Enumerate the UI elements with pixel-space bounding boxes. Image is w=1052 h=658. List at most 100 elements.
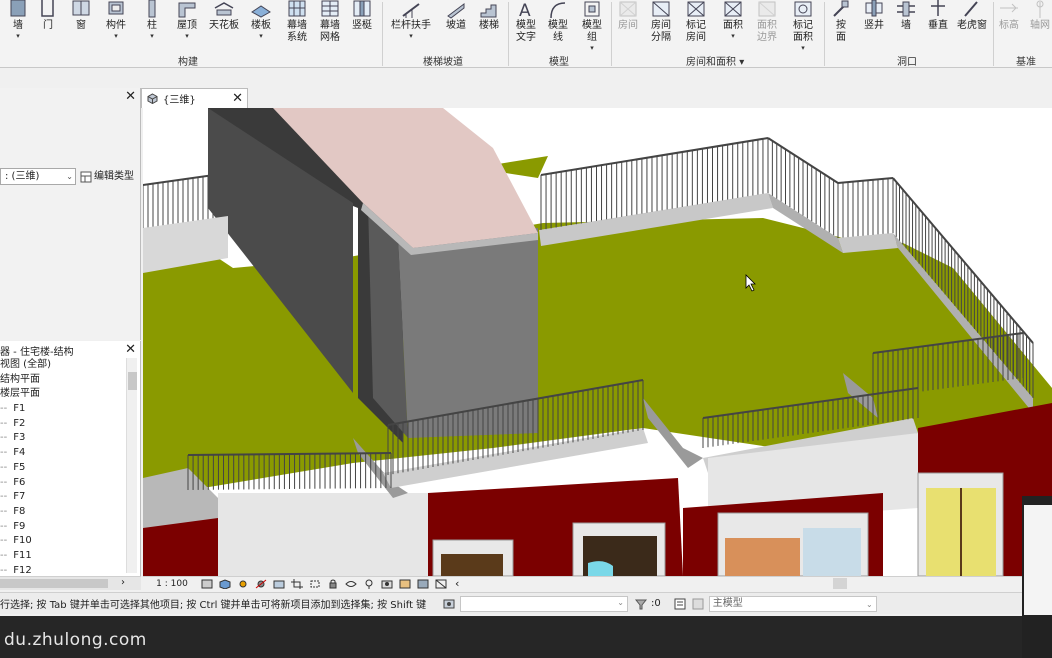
stair-tower-wall[interactable] bbox=[398, 228, 538, 438]
browser-horizontal-scrollbar[interactable]: › bbox=[0, 576, 141, 590]
design-option-select[interactable]: 主模型 ⌄ bbox=[708, 595, 877, 612]
floor-label: 楼板 bbox=[251, 20, 271, 31]
model-text-tool[interactable]: A 模型 文字 bbox=[511, 0, 541, 52]
facade-wall-red[interactable] bbox=[143, 518, 218, 576]
room-icon bbox=[619, 1, 637, 17]
railing-top-rail[interactable] bbox=[540, 137, 769, 176]
tree-row-level[interactable]: -- F1 bbox=[0, 402, 125, 417]
door-tool[interactable]: 门 bbox=[36, 0, 60, 52]
selection-count: :0 bbox=[651, 598, 661, 609]
chevron-down-icon: ▾ bbox=[114, 32, 118, 40]
view-horizontal-scrollbar[interactable] bbox=[833, 578, 847, 589]
temporary-hide-icon[interactable] bbox=[345, 579, 357, 589]
tree-row-level[interactable]: -- F7 bbox=[0, 490, 125, 505]
tree-row-floor-plans[interactable]: 楼层平面 bbox=[0, 387, 125, 402]
tree-row-level[interactable]: -- F5 bbox=[0, 461, 125, 476]
level-tool[interactable]: 标高 bbox=[996, 0, 1022, 52]
design-options-icon[interactable] bbox=[691, 597, 705, 611]
area-boundary-icon bbox=[758, 1, 776, 17]
dormer-tool[interactable]: 老虎窗 bbox=[954, 0, 990, 52]
scroll-thumb[interactable] bbox=[0, 579, 108, 588]
window-tool[interactable]: 窗 bbox=[68, 0, 94, 52]
rooms-group-label[interactable]: 房间和面积 ▾ bbox=[686, 53, 744, 68]
sun-path-icon[interactable] bbox=[237, 579, 249, 589]
chevron-left-icon[interactable]: ‹ bbox=[455, 577, 459, 590]
tree-label: 结构平面 bbox=[0, 373, 40, 385]
view-type-select[interactable]: : (三维) ⌄ bbox=[0, 168, 76, 185]
scroll-thumb[interactable] bbox=[128, 372, 137, 390]
analytical-model-icon[interactable] bbox=[399, 579, 411, 589]
lock-view-icon[interactable] bbox=[327, 579, 339, 589]
tree-row-level[interactable]: -- F3 bbox=[0, 431, 125, 446]
detail-level-icon[interactable] bbox=[201, 579, 213, 589]
workset-icon[interactable] bbox=[442, 597, 456, 611]
view-scale[interactable]: 1 : 100 bbox=[143, 579, 201, 589]
chevron-down-icon: ▾ bbox=[150, 32, 154, 40]
tree-row-structural-plans[interactable]: 结构平面 bbox=[0, 373, 125, 388]
facade-wall[interactable] bbox=[218, 493, 428, 576]
mullion-tool[interactable]: 竖梃 bbox=[347, 0, 377, 52]
3d-viewport[interactable] bbox=[143, 108, 1052, 576]
constraints-icon[interactable] bbox=[435, 579, 447, 589]
edit-type-button[interactable]: 编辑类型 bbox=[80, 168, 134, 185]
area-boundary-tool[interactable]: 面积 边界 bbox=[752, 0, 782, 52]
view-tab-3d[interactable]: {三维} ✕ bbox=[141, 88, 248, 108]
filter-icon[interactable] bbox=[634, 597, 648, 611]
building-3d-model[interactable] bbox=[143, 108, 1052, 576]
worksharing-icon[interactable] bbox=[381, 579, 393, 589]
chevron-right-icon[interactable]: › bbox=[121, 577, 125, 588]
curtain-grid-tool[interactable]: 幕墙 网格 bbox=[315, 0, 345, 52]
visual-style-icon[interactable] bbox=[219, 578, 231, 589]
render-icon[interactable] bbox=[273, 579, 285, 589]
railing-top-rail[interactable] bbox=[837, 177, 894, 184]
tree-row-level[interactable]: -- F10 bbox=[0, 534, 125, 549]
room-tool[interactable]: 房间 bbox=[614, 0, 642, 52]
tree-row-level[interactable]: -- F2 bbox=[0, 417, 125, 432]
tree-row-level[interactable]: -- F8 bbox=[0, 505, 125, 520]
tree-row-views-all[interactable]: 视图 (全部) bbox=[0, 358, 125, 373]
curtain-system-tool[interactable]: 幕墙 系统 bbox=[282, 0, 312, 52]
column-tool[interactable]: 柱 ▾ bbox=[140, 0, 164, 52]
crop-region-icon[interactable] bbox=[309, 579, 321, 589]
window-glass[interactable] bbox=[725, 538, 800, 576]
tag-area-tool[interactable]: 标记 面积 ▾ bbox=[786, 0, 820, 52]
grid-tool[interactable]: 轴网 bbox=[1028, 0, 1052, 52]
close-icon[interactable]: ✕ bbox=[125, 89, 136, 104]
model-group-tool[interactable]: 模型 组 ▾ bbox=[577, 0, 607, 52]
shadows-icon[interactable] bbox=[255, 579, 267, 589]
wall-tool[interactable]: 墙 ▾ bbox=[6, 0, 30, 52]
close-icon[interactable]: ✕ bbox=[232, 91, 243, 106]
model-line-tool[interactable]: 模型 线 bbox=[544, 0, 572, 52]
floor-tool[interactable]: 楼板 ▾ bbox=[246, 0, 276, 52]
highlight-displacement-icon[interactable] bbox=[417, 579, 429, 589]
crop-view-icon[interactable] bbox=[291, 578, 303, 589]
window-glass[interactable] bbox=[441, 554, 503, 576]
close-icon[interactable]: ✕ bbox=[125, 342, 136, 357]
tree-row-level[interactable]: -- F6 bbox=[0, 476, 125, 491]
opening-wall-tool[interactable]: 墙 bbox=[894, 0, 918, 52]
reveal-hidden-icon[interactable] bbox=[363, 579, 375, 589]
tree-row-level[interactable]: -- F11 bbox=[0, 549, 125, 564]
window-glass[interactable] bbox=[803, 528, 861, 576]
browser-vertical-scrollbar[interactable] bbox=[126, 358, 137, 573]
tree-row-level[interactable]: -- F4 bbox=[0, 446, 125, 461]
chevron-down-icon: ▾ bbox=[801, 44, 805, 52]
area-tool[interactable]: 面积 ▾ bbox=[716, 0, 750, 52]
shaft-icon bbox=[865, 0, 883, 17]
roof-tool[interactable]: 屋顶 ▾ bbox=[172, 0, 202, 52]
workset-select[interactable]: ⌄ bbox=[460, 595, 628, 612]
ramp-tool[interactable]: 坡道 bbox=[442, 0, 470, 52]
ceiling-tool[interactable]: 天花板 bbox=[206, 0, 242, 52]
stair-tool[interactable]: 楼梯 bbox=[474, 0, 504, 52]
by-face-tool[interactable]: 按 面 bbox=[828, 0, 854, 52]
editing-requests-icon[interactable] bbox=[673, 597, 687, 611]
shaft-tool[interactable]: 竖井 bbox=[860, 0, 888, 52]
railing-tool[interactable]: 栏杆扶手 ▾ bbox=[388, 0, 434, 52]
room-separator-tool[interactable]: 房间 分隔 bbox=[646, 0, 676, 52]
opening-group-label: 洞口 bbox=[897, 57, 917, 68]
vertical-tool[interactable]: 垂直 bbox=[924, 0, 952, 52]
tree-row-level[interactable]: -- F9 bbox=[0, 520, 125, 535]
component-tool[interactable]: 构件 ▾ bbox=[102, 0, 130, 52]
tag-room-tool[interactable]: 标记 房间 bbox=[680, 0, 712, 52]
door-label: 门 bbox=[43, 20, 53, 31]
